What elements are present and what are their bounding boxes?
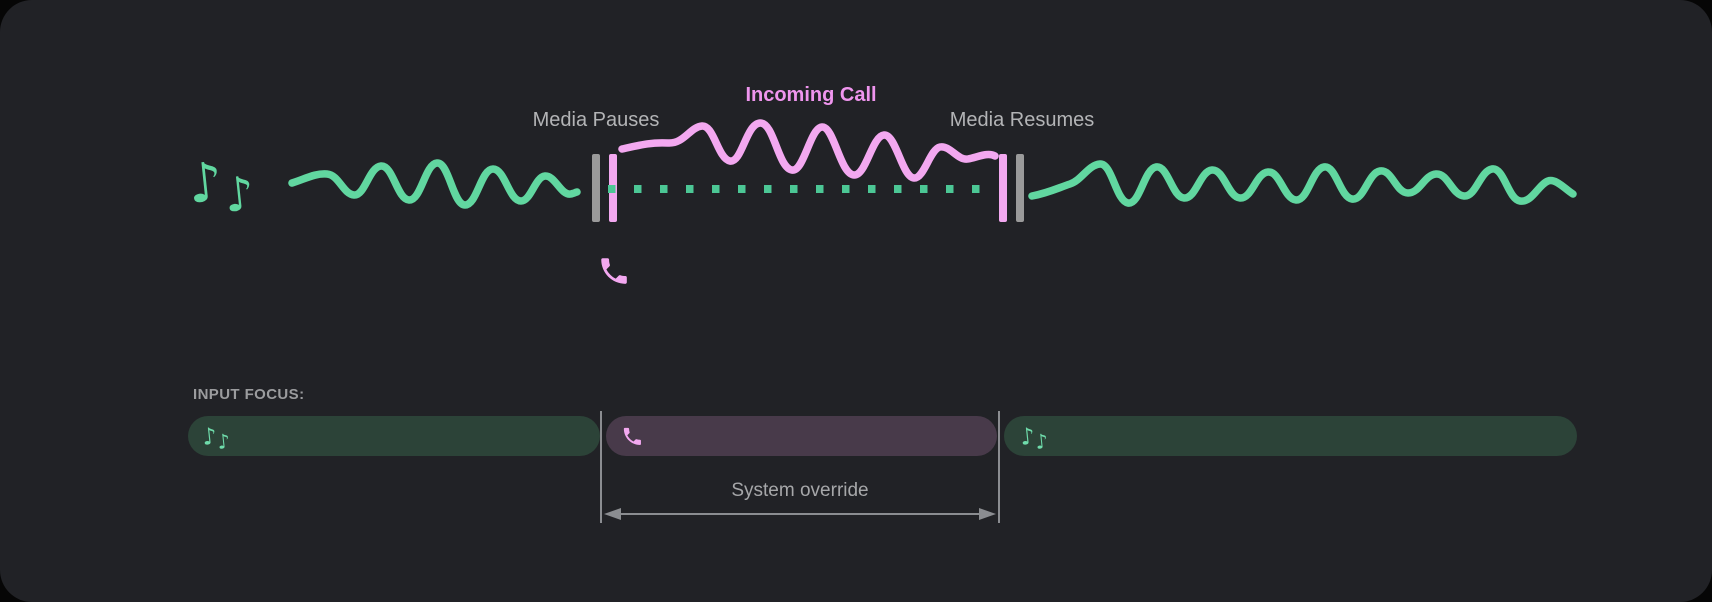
system-override-arrow [604, 508, 996, 520]
svg-text:♪: ♪ [201, 424, 218, 451]
audio-focus-diagram-panel: Media Pauses Incoming Call Media Resumes… [0, 0, 1712, 602]
music-notes-icon: ♪ ♪ [185, 150, 257, 224]
svg-text:♪: ♪ [1034, 429, 1049, 454]
pause-marker-gray [592, 154, 600, 222]
resume-marker-gray [1016, 154, 1024, 222]
music-notes-icon: ♪ ♪ [1019, 424, 1049, 454]
media-waveform-right [1032, 164, 1573, 203]
resume-marker-pink [999, 154, 1007, 222]
svg-text:♪: ♪ [216, 429, 231, 454]
music-notes-icon: ♪ ♪ [201, 424, 231, 454]
media-pauses-label: Media Pauses [533, 109, 660, 132]
media-resumes-label: Media Resumes [950, 109, 1095, 132]
override-divider-right [998, 411, 1000, 523]
phone-icon [624, 428, 641, 445]
phone-icon [601, 258, 627, 284]
svg-text:♪: ♪ [1019, 424, 1036, 451]
media-waveform-left [292, 163, 577, 205]
override-divider-left [600, 411, 602, 523]
svg-text:♪: ♪ [222, 166, 258, 224]
svg-text:♪: ♪ [185, 150, 226, 216]
incoming-call-label: Incoming Call [745, 84, 876, 107]
input-focus-heading: INPUT FOCUS: [193, 386, 304, 403]
system-override-label: System override [601, 480, 999, 502]
call-waveform [622, 123, 995, 178]
